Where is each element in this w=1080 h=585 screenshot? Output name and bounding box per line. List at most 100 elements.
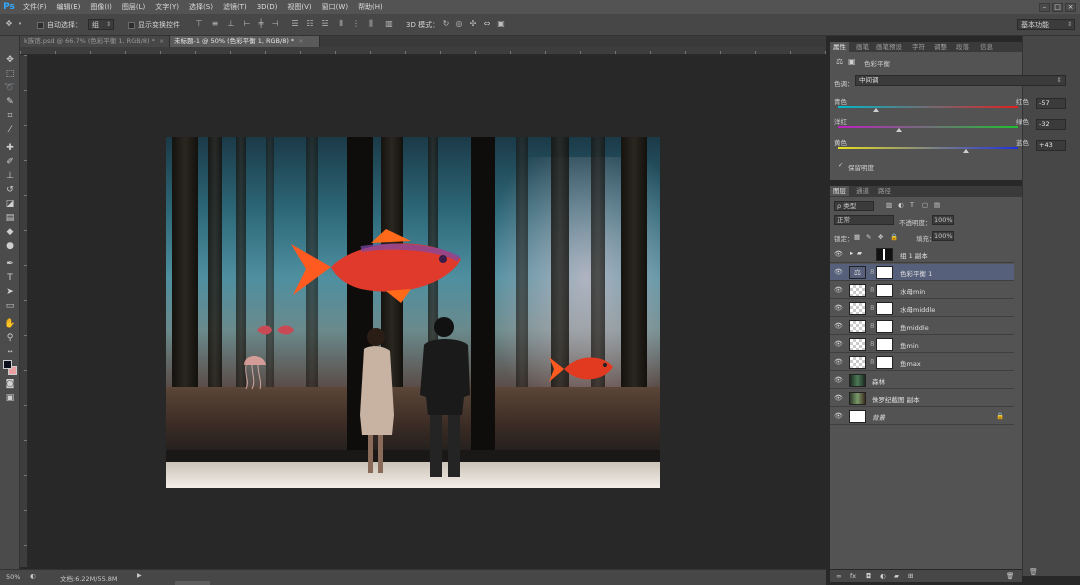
- info-circle-icon[interactable]: ◐: [30, 572, 36, 580]
- mask-icon[interactable]: ▣: [848, 57, 856, 66]
- lock-position-icon[interactable]: ✥: [878, 233, 883, 241]
- rectangle-tool-icon[interactable]: ▭: [3, 300, 17, 312]
- distribute-top-icon[interactable]: ☰: [290, 19, 300, 29]
- swap-colors-icon[interactable]: ↔: [3, 346, 17, 358]
- 3d-slide-icon[interactable]: ⇔: [482, 19, 492, 29]
- trash-icon[interactable]: 🗑: [1029, 568, 1038, 576]
- magenta-green-value[interactable]: -32: [1036, 119, 1066, 130]
- menu-view[interactable]: 视图(V): [282, 0, 316, 14]
- menu-edit[interactable]: 编辑(E): [52, 0, 86, 14]
- tab-brush-presets[interactable]: 画笔预设: [876, 42, 902, 52]
- quick-mask-icon[interactable]: ◙: [3, 378, 17, 390]
- eye-icon[interactable]: 👁: [834, 286, 843, 294]
- tab-character[interactable]: 字符: [912, 42, 925, 52]
- eyedropper-tool-icon[interactable]: ⁄: [3, 124, 17, 136]
- document-tab-active[interactable]: 未标题-1 @ 50% (色彩平衡 1, RGB/8) * ×: [170, 36, 320, 47]
- workspace-selector[interactable]: 基本功能 ⇕: [1017, 19, 1075, 31]
- cyan-red-slider[interactable]: [838, 106, 1018, 108]
- layer-thumbnail[interactable]: [849, 320, 866, 333]
- layer-name[interactable]: 鱼max: [900, 358, 921, 368]
- move-tool-preset-icon[interactable]: ✥: [4, 19, 14, 29]
- distribute-bottom-icon[interactable]: ☱: [320, 19, 330, 29]
- zoom-tool-icon[interactable]: ⚲: [3, 332, 17, 344]
- document-canvas-image[interactable]: [166, 137, 660, 488]
- opacity-field[interactable]: 100%: [932, 215, 954, 225]
- layer-filter-dropdown[interactable]: ρ 类型: [834, 201, 874, 211]
- lock-transparency-icon[interactable]: ▦: [854, 233, 860, 241]
- tab-layers[interactable]: 图层: [830, 186, 849, 196]
- blend-mode-dropdown[interactable]: 正常: [834, 215, 894, 225]
- distribute-right-icon[interactable]: ⫼: [366, 19, 376, 29]
- horizontal-ruler[interactable]: [20, 47, 826, 55]
- layer-name[interactable]: 水母middle: [900, 304, 935, 314]
- layer-row[interactable]: 👁 8 鱼middle: [830, 318, 1014, 335]
- layer-name[interactable]: 森林: [872, 376, 885, 386]
- distribute-vcenter-icon[interactable]: ☷: [305, 19, 315, 29]
- menu-3d[interactable]: 3D(D): [252, 0, 283, 14]
- blur-tool-icon[interactable]: ◆: [3, 226, 17, 238]
- cyan-red-value[interactable]: -57: [1036, 98, 1066, 109]
- menu-file[interactable]: 文件(F): [18, 0, 52, 14]
- layer-thumbnail[interactable]: [849, 392, 866, 405]
- align-hcenter-icon[interactable]: ╪: [256, 19, 266, 29]
- tab-properties[interactable]: 属性: [830, 42, 849, 52]
- tab-paragraph[interactable]: 段落: [956, 42, 969, 52]
- tone-dropdown[interactable]: 中间调 ⇕: [855, 75, 1066, 86]
- eye-icon[interactable]: 👁: [834, 340, 843, 348]
- magenta-green-slider[interactable]: [838, 126, 1018, 128]
- layer-thumbnail[interactable]: [849, 410, 866, 423]
- layer-mask-thumbnail[interactable]: [876, 284, 893, 297]
- eraser-tool-icon[interactable]: ◪: [3, 198, 17, 210]
- layer-thumbnail[interactable]: [849, 284, 866, 297]
- layer-row[interactable]: 👁 8 水母middle: [830, 300, 1014, 317]
- pen-tool-icon[interactable]: ✒: [3, 258, 17, 270]
- layer-row[interactable]: 👁 背景 🔒: [830, 408, 1014, 425]
- type-tool-icon[interactable]: T: [3, 272, 17, 284]
- close-tab-icon[interactable]: ×: [159, 37, 164, 45]
- link-icon[interactable]: 8: [870, 322, 875, 330]
- tab-info[interactable]: 信息: [980, 42, 993, 52]
- link-icon[interactable]: 8: [870, 340, 875, 348]
- tab-brush[interactable]: 画笔: [856, 42, 869, 52]
- auto-select-dropdown[interactable]: 组 ⇕: [88, 19, 114, 30]
- align-bottom-icon[interactable]: ⊥: [226, 19, 236, 29]
- layer-mask-thumbnail[interactable]: [876, 302, 893, 315]
- layer-row[interactable]: 👁 8 鱼min: [830, 336, 1014, 353]
- layer-row[interactable]: 👁 ▸ ▰ 组 1 副本: [830, 246, 1014, 263]
- expand-arrow-icon[interactable]: ▸: [850, 249, 853, 257]
- 3d-scale-icon[interactable]: ▣: [496, 19, 506, 29]
- menu-window[interactable]: 窗口(W): [317, 0, 353, 14]
- 3d-rotate-icon[interactable]: ↻: [441, 19, 451, 29]
- close-tab-icon[interactable]: ×: [298, 37, 303, 45]
- screen-mode-icon[interactable]: ▣: [3, 392, 17, 404]
- layer-name[interactable]: 色彩平衡 1: [900, 268, 932, 278]
- distribute-hcenter-icon[interactable]: ⋮: [351, 19, 361, 29]
- filter-type-icon[interactable]: T: [910, 201, 914, 209]
- layer-mask-thumbnail[interactable]: [876, 356, 893, 369]
- fx-icon[interactable]: fx: [850, 572, 856, 580]
- layer-mask-thumbnail[interactable]: [876, 248, 893, 261]
- 3d-roll-icon[interactable]: ◎: [454, 19, 464, 29]
- layer-name[interactable]: 鱼min: [900, 340, 919, 350]
- slider-thumb[interactable]: [962, 149, 969, 153]
- layer-name[interactable]: 侏罗纪截图 副本: [872, 394, 920, 404]
- menu-layer[interactable]: 图层(L): [117, 0, 150, 14]
- dodge-tool-icon[interactable]: ●: [3, 240, 17, 252]
- show-transform-checkbox[interactable]: [128, 21, 135, 29]
- filter-adjustment-icon[interactable]: ◐: [898, 201, 904, 209]
- chevron-down-icon[interactable]: ▾: [15, 19, 25, 29]
- preserve-luminosity-checkbox[interactable]: ✓: [838, 161, 843, 169]
- eye-icon[interactable]: 👁: [834, 304, 843, 312]
- layer-row[interactable]: 👁 森林: [830, 372, 1014, 389]
- menu-help[interactable]: 帮助(H): [353, 0, 388, 14]
- move-tool-icon[interactable]: ✥: [3, 54, 17, 66]
- layer-thumbnail[interactable]: [849, 356, 866, 369]
- filter-smart-object-icon[interactable]: ▤: [934, 201, 940, 209]
- lock-all-icon[interactable]: 🔒: [890, 233, 898, 241]
- chevron-right-icon[interactable]: ▶: [137, 572, 142, 579]
- auto-select-checkbox[interactable]: [37, 21, 44, 29]
- lasso-tool-icon[interactable]: ➰: [3, 82, 17, 94]
- layer-row[interactable]: 👁 8 鱼max: [830, 354, 1014, 371]
- workspace-dropdown[interactable]: 基本功能 ⇕: [1017, 19, 1075, 30]
- vertical-ruler[interactable]: [20, 55, 28, 567]
